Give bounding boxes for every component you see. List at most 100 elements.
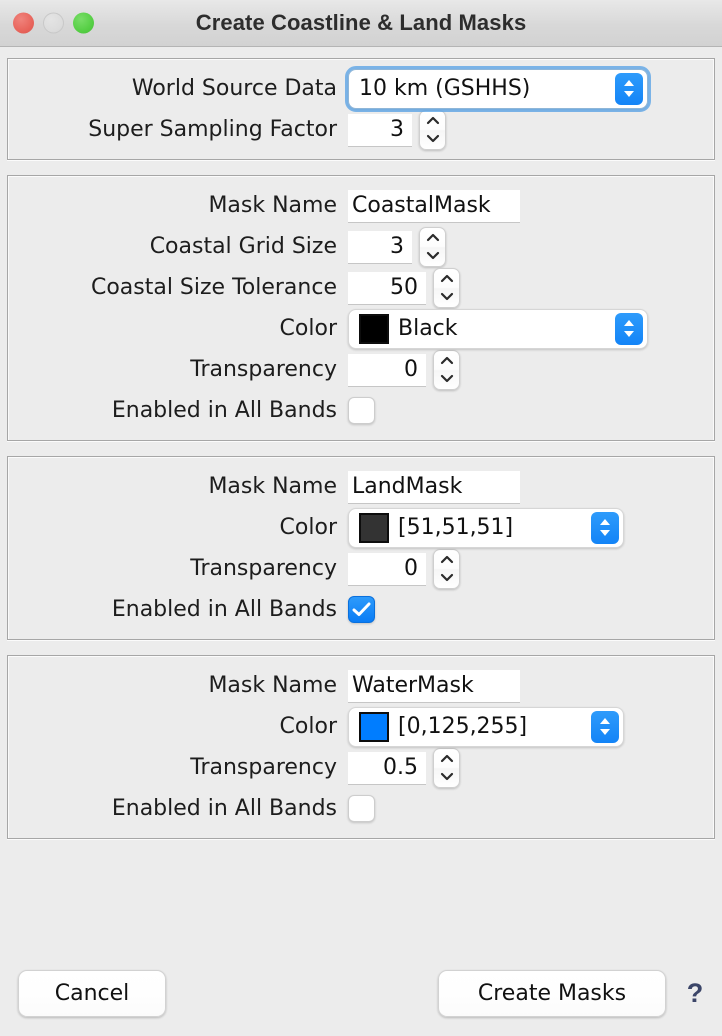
dialog-content: World Source Data 10 km (GSHHS) Super Sa… — [0, 47, 722, 950]
coastal-mask-transparency-stepper[interactable] — [433, 349, 460, 390]
create-masks-dialog: Create Coastline & Land Masks World Sour… — [0, 0, 722, 1036]
coastal-mask-color-label: Color — [279, 316, 337, 341]
land-mask-transparency-row: Transparency 0 — [8, 548, 714, 589]
coastal-grid-size-field: 3 — [348, 226, 446, 267]
coastal-mask-enabled-label: Enabled in All Bands — [111, 398, 337, 423]
checkmark-icon — [352, 602, 371, 616]
land-mask-transparency-input[interactable]: 0 — [348, 552, 426, 585]
land-mask-name-label: Mask Name — [208, 474, 337, 499]
source-settings-group: World Source Data 10 km (GSHHS) Super Sa… — [7, 58, 715, 160]
water-mask-color-row: Color [0,125,255] — [8, 706, 714, 747]
water-mask-enabled-checkbox[interactable] — [348, 795, 375, 822]
coastal-mask-name-field: CoastalMask — [348, 189, 520, 222]
water-mask-group: Mask Name WaterMask Color [0,125,255] Tr… — [7, 655, 715, 839]
world-source-data-dropdown[interactable]: 10 km (GSHHS) — [345, 65, 651, 112]
world-source-data-field: 10 km (GSHHS) — [345, 65, 651, 112]
land-mask-name-row: Mask Name LandMask — [8, 466, 714, 507]
coastal-grid-size-input[interactable]: 3 — [348, 230, 412, 263]
coastal-mask-color-field: Black — [348, 308, 648, 349]
coastal-mask-name-input[interactable]: CoastalMask — [348, 189, 520, 222]
land-mask-color-value: [51,51,51] — [398, 515, 514, 540]
land-mask-transparency-stepper[interactable] — [433, 548, 460, 589]
chevron-up-icon[interactable] — [439, 270, 454, 288]
water-mask-color-value: [0,125,255] — [398, 714, 528, 739]
coastal-mask-color-value: Black — [398, 316, 458, 341]
super-sampling-factor-stepper[interactable] — [419, 109, 446, 150]
super-sampling-factor-field: 3 — [348, 109, 446, 150]
traffic-light-group — [13, 12, 94, 34]
super-sampling-factor-input[interactable]: 3 — [348, 113, 412, 146]
coastal-size-tolerance-stepper[interactable] — [433, 267, 460, 308]
land-mask-transparency-field: 0 — [348, 548, 460, 589]
world-source-data-row: World Source Data 10 km (GSHHS) — [8, 65, 714, 112]
coastal-grid-size-stepper[interactable] — [419, 226, 446, 267]
water-mask-color-label: Color — [279, 714, 337, 739]
coastal-grid-size-row: Coastal Grid Size 3 — [8, 226, 714, 267]
coastal-mask-name-row: Mask Name CoastalMask — [8, 185, 714, 226]
coastal-mask-transparency-row: Transparency 0 — [8, 349, 714, 390]
super-sampling-factor-row: Super Sampling Factor 3 — [8, 109, 714, 150]
coastal-mask-transparency-input[interactable]: 0 — [348, 353, 426, 386]
water-mask-transparency-row: Transparency 0.5 — [8, 747, 714, 788]
coastal-mask-color-row: Color Black — [8, 308, 714, 349]
minimize-window-button — [43, 12, 64, 34]
close-window-button[interactable] — [13, 12, 34, 34]
color-swatch — [359, 512, 389, 543]
coastal-mask-enabled-field — [348, 397, 375, 424]
chevron-down-icon[interactable] — [439, 569, 454, 587]
water-mask-enabled-row: Enabled in All Bands — [8, 788, 714, 829]
land-mask-enabled-field — [348, 596, 375, 623]
land-mask-color-dropdown[interactable]: [51,51,51] — [348, 507, 624, 548]
window-titlebar: Create Coastline & Land Masks — [0, 0, 722, 47]
chevron-updown-icon[interactable] — [591, 511, 619, 544]
water-mask-name-row: Mask Name WaterMask — [8, 665, 714, 706]
water-mask-transparency-label: Transparency — [190, 755, 337, 780]
water-mask-name-label: Mask Name — [208, 673, 337, 698]
color-swatch — [359, 711, 389, 742]
coastal-size-tolerance-input[interactable]: 50 — [348, 271, 426, 304]
dialog-footer: Cancel Create Masks ? — [0, 950, 722, 1036]
water-mask-transparency-field: 0.5 — [348, 747, 460, 788]
chevron-up-icon[interactable] — [425, 112, 440, 130]
land-mask-name-input[interactable]: LandMask — [348, 470, 520, 503]
zoom-window-button[interactable] — [73, 12, 94, 34]
land-mask-color-row: Color [51,51,51] — [8, 507, 714, 548]
world-source-data-label: World Source Data — [131, 76, 337, 101]
cancel-button[interactable]: Cancel — [18, 969, 166, 1017]
water-mask-transparency-stepper[interactable] — [433, 747, 460, 788]
chevron-down-icon[interactable] — [439, 288, 454, 306]
create-masks-button[interactable]: Create Masks — [438, 969, 666, 1017]
water-mask-enabled-label: Enabled in All Bands — [111, 796, 337, 821]
chevron-up-icon[interactable] — [439, 551, 454, 569]
water-mask-name-input[interactable]: WaterMask — [348, 669, 520, 702]
water-mask-transparency-input[interactable]: 0.5 — [348, 751, 426, 784]
land-mask-enabled-row: Enabled in All Bands — [8, 589, 714, 630]
chevron-up-icon[interactable] — [439, 750, 454, 768]
chevron-down-icon[interactable] — [439, 768, 454, 786]
coastal-mask-transparency-field: 0 — [348, 349, 460, 390]
water-mask-enabled-field — [348, 795, 375, 822]
chevron-up-icon[interactable] — [425, 229, 440, 247]
water-mask-color-dropdown[interactable]: [0,125,255] — [348, 706, 624, 747]
chevron-updown-icon[interactable] — [591, 710, 619, 743]
coastal-size-tolerance-row: Coastal Size Tolerance 50 — [8, 267, 714, 308]
land-mask-name-field: LandMask — [348, 470, 520, 503]
chevron-up-icon[interactable] — [439, 352, 454, 370]
coastal-mask-enabled-checkbox[interactable] — [348, 397, 375, 424]
land-mask-color-field: [51,51,51] — [348, 507, 624, 548]
land-mask-transparency-label: Transparency — [190, 556, 337, 581]
color-swatch — [359, 313, 389, 344]
coastal-size-tolerance-label: Coastal Size Tolerance — [90, 275, 337, 300]
coastal-mask-color-dropdown[interactable]: Black — [348, 308, 648, 349]
chevron-updown-icon[interactable] — [615, 72, 643, 105]
chevron-down-icon[interactable] — [425, 247, 440, 265]
chevron-down-icon[interactable] — [439, 370, 454, 388]
land-mask-group: Mask Name LandMask Color [51,51,51] Tran… — [7, 456, 715, 640]
chevron-down-icon[interactable] — [425, 130, 440, 148]
coastal-grid-size-label: Coastal Grid Size — [149, 234, 337, 259]
chevron-updown-icon[interactable] — [615, 312, 643, 345]
window-title: Create Coastline & Land Masks — [195, 10, 527, 35]
land-mask-enabled-checkbox[interactable] — [348, 596, 375, 623]
help-icon[interactable]: ? — [682, 973, 708, 1013]
coastal-mask-group: Mask Name CoastalMask Coastal Grid Size … — [7, 175, 715, 441]
